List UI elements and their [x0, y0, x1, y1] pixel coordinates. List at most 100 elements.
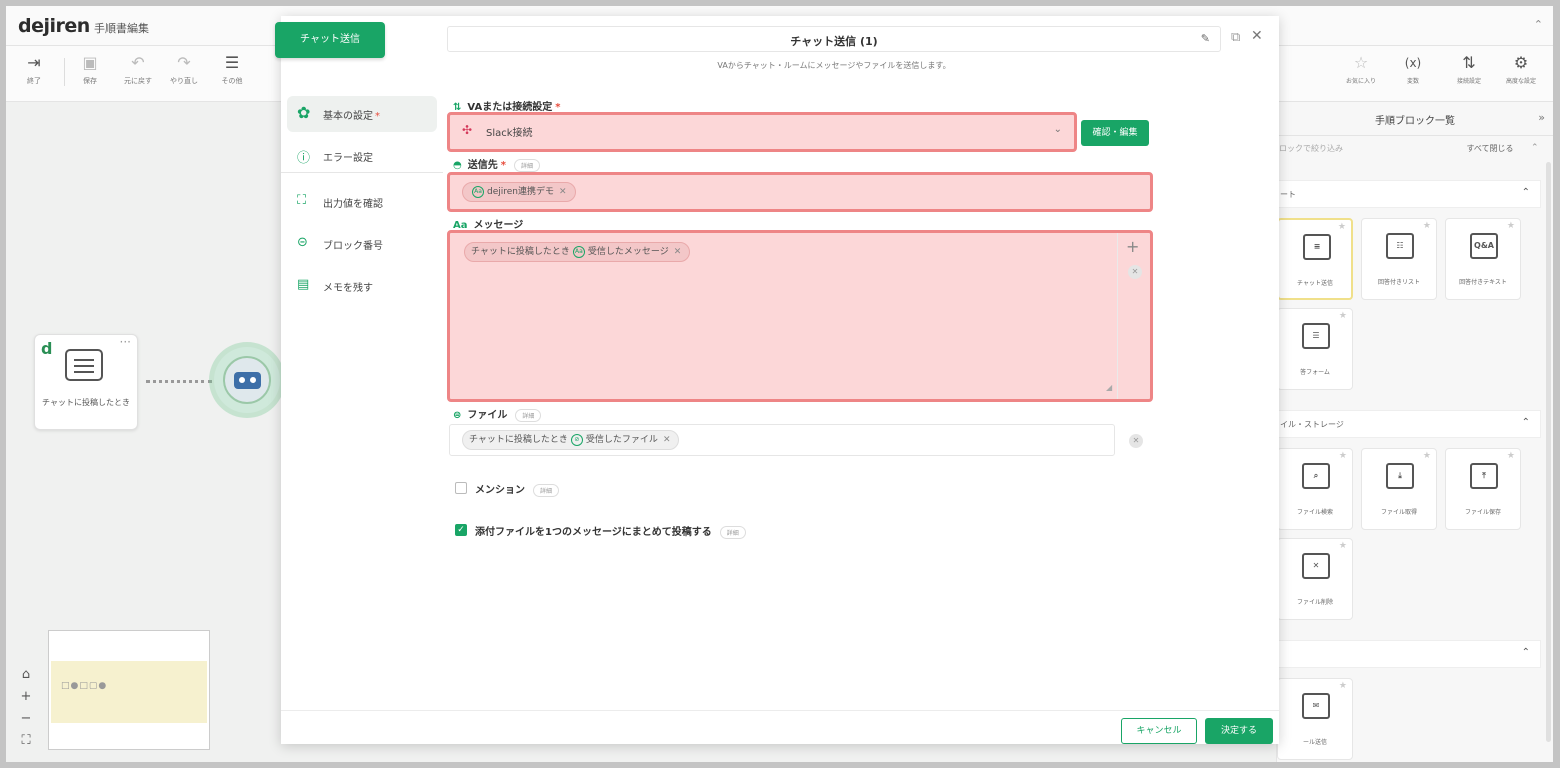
file-download-icon: ⤓ [1386, 463, 1414, 489]
undo-button[interactable]: ↶ 元に戻す [118, 52, 158, 86]
block-card-file-search[interactable]: ★ ⌕ ファイル検索 [1277, 448, 1353, 530]
star-icon[interactable]: ★ [1338, 222, 1346, 232]
exit-button[interactable]: ⇥ 終了 [14, 52, 54, 86]
nav-item-basic-settings[interactable]: ✿ 基本の設定 * [287, 96, 437, 132]
mention-checkbox[interactable] [455, 482, 467, 494]
remove-chip-icon[interactable]: ✕ [663, 435, 671, 445]
block-card-chat-send[interactable]: ★ ≡ チャット送信 [1277, 218, 1353, 300]
destination-field[interactable]: Aa dejiren連携デモ ✕ [447, 172, 1153, 212]
palette-section-chat[interactable]: ート ⌃ [1277, 180, 1541, 208]
clear-icon[interactable]: ✕ [1129, 434, 1143, 448]
palette-section-mail[interactable]: ⌃ [1277, 640, 1541, 668]
chevron-up-icon[interactable]: ⌃ [1531, 143, 1539, 153]
nav-item-label: 基本の設定 * [323, 111, 380, 122]
block-title-field[interactable]: チャット送信 (1) ✎ [447, 26, 1221, 52]
block-card-mail-send[interactable]: ★ ✉ ール送信 [1277, 678, 1353, 760]
confirm-button[interactable]: 決定する [1205, 718, 1273, 744]
add-icon[interactable]: + [1126, 237, 1139, 256]
slack-icon: ✣ [462, 123, 473, 137]
trigger-node[interactable]: d ··· チャットに投稿したとき [34, 334, 138, 430]
message-chip[interactable]: チャットに投稿したとき Aa 受信したメッセージ ✕ [464, 242, 691, 262]
star-icon[interactable]: ★ [1423, 451, 1431, 461]
destination-chip[interactable]: Aa dejiren連携デモ ✕ [462, 182, 576, 202]
zoom-out-button[interactable]: − [16, 708, 36, 730]
error-icon: ⓘ [297, 151, 311, 166]
collapse-header-icon[interactable]: ⌃ [1534, 18, 1543, 31]
star-icon[interactable]: ★ [1339, 681, 1347, 691]
star-icon[interactable]: ★ [1339, 541, 1347, 551]
star-icon[interactable]: ★ [1507, 451, 1515, 461]
block-card-file-get[interactable]: ★ ⤓ ファイル取得 [1361, 448, 1437, 530]
home-icon[interactable]: ⌂ [16, 664, 36, 686]
nav-item-error-settings[interactable]: ⓘ エラー設定 [287, 138, 437, 174]
destination-field-label: ◓ 送信先 * 詳細 [453, 156, 540, 172]
star-icon[interactable]: ★ [1507, 221, 1515, 231]
chat-icon [65, 349, 103, 381]
advanced-settings-button[interactable]: ⚙ 高度な設定 [1497, 52, 1545, 85]
save-label: 保存 [83, 77, 97, 85]
remove-chip-icon[interactable]: ✕ [674, 247, 682, 257]
variables-button[interactable]: (x) 変数 [1389, 52, 1437, 85]
mention-label: メンション 詳細 [475, 481, 560, 497]
block-number-icon: ⊝ [297, 235, 308, 250]
detail-badge[interactable]: 詳細 [533, 483, 560, 497]
palette-filter-input[interactable]: ロックで絞り込み [1277, 138, 1452, 160]
remove-chip-icon[interactable]: ✕ [559, 187, 567, 197]
detail-badge[interactable]: 詳細 [513, 158, 540, 172]
advanced-settings-icon: ⚙ [1513, 53, 1529, 72]
collapse-panel-icon[interactable]: » [1538, 111, 1545, 124]
node-more-icon[interactable]: ··· [120, 335, 131, 349]
chat-room-icon: ◓ [453, 160, 462, 171]
star-icon[interactable]: ★ [1423, 221, 1431, 231]
palette-title: 手順ブロック一覧 [1375, 116, 1455, 127]
nav-item-output[interactable]: ⛶ 出力値を確認 [287, 184, 437, 220]
message-field[interactable]: チャットに投稿したとき Aa 受信したメッセージ ✕ + ✕ ◢ [447, 230, 1153, 402]
minimap[interactable]: □●□▢● [48, 630, 210, 750]
star-icon[interactable]: ★ [1339, 451, 1347, 461]
file-chip[interactable]: チャットに投稿したとき ⊘ 受信したファイル ✕ [462, 430, 680, 450]
block-card-choice-list[interactable]: ★ ☷ 回答付きリスト [1361, 218, 1437, 300]
nav-item-memo[interactable]: ▤ メモを残す [287, 268, 437, 304]
block-card-file-delete[interactable]: ★ ✕ ファイル削除 [1277, 538, 1353, 620]
close-icon[interactable]: ✕ [1251, 28, 1263, 44]
detail-badge[interactable]: 詳細 [515, 408, 542, 422]
fit-view-icon[interactable]: ⛶ [16, 730, 36, 752]
block-card-label: ール送信 [1302, 739, 1327, 746]
favorites-button[interactable]: ☆ お気に入り [1337, 52, 1385, 85]
pencil-icon[interactable]: ✎ [1201, 32, 1210, 45]
app-logo: dejiren [18, 15, 90, 37]
close-all-button[interactable]: すべて閉じる [1455, 138, 1525, 160]
minimap-viewport[interactable] [51, 661, 207, 723]
confirm-edit-button[interactable]: 確認・編集 [1081, 120, 1149, 146]
node-connector [146, 380, 212, 383]
expand-icon[interactable]: ⧉ [1231, 30, 1240, 45]
section-label: ート [1280, 190, 1296, 199]
cancel-button[interactable]: キャンセル [1121, 718, 1197, 744]
connection-settings-button[interactable]: ⇅ 接続設定 [1445, 52, 1493, 85]
chevron-up-icon: ⌃ [1521, 187, 1530, 198]
dialog-block-tab[interactable]: チャット送信 [275, 22, 385, 58]
nav-item-block-number[interactable]: ⊝ ブロック番号 [287, 226, 437, 262]
detail-badge[interactable]: 詳細 [719, 525, 746, 539]
block-card-qa-text[interactable]: ★ Q&A 回答付きテキスト [1445, 218, 1521, 300]
file-field[interactable]: チャットに投稿したとき ⊘ 受信したファイル ✕ [449, 424, 1115, 456]
undo-label: 元に戻す [124, 77, 152, 85]
chevron-up-icon: ⌃ [1521, 417, 1530, 428]
palette-section-file-storage[interactable]: イル・ストレージ ⌃ [1277, 410, 1541, 438]
redo-button[interactable]: ↷ やり直し [164, 52, 204, 86]
connection-field-label: ⇅ VAまたは接続設定 * [453, 102, 561, 113]
bot-node[interactable] [214, 347, 280, 413]
more-menu-button[interactable]: ☰ その他 [212, 52, 252, 86]
save-button[interactable]: ▣ 保存 [70, 52, 110, 86]
zoom-in-button[interactable]: + [16, 686, 36, 708]
star-icon[interactable]: ★ [1339, 311, 1347, 321]
palette-header: 手順ブロック一覧 » [1277, 102, 1553, 136]
palette-scrollbar[interactable] [1546, 162, 1551, 742]
clear-icon[interactable]: ✕ [1128, 265, 1142, 279]
block-card-label: ファイル取得 [1380, 509, 1417, 516]
block-card-form[interactable]: ★ ☰ 答フォーム [1277, 308, 1353, 390]
block-card-file-save[interactable]: ★ ⤒ ファイル保存 [1445, 448, 1521, 530]
bundle-attachments-checkbox[interactable]: ✓ [455, 524, 467, 536]
resize-handle[interactable]: ◢ [1106, 383, 1112, 392]
connection-select[interactable]: ✣ Slack接続 ⌄ [447, 112, 1077, 152]
